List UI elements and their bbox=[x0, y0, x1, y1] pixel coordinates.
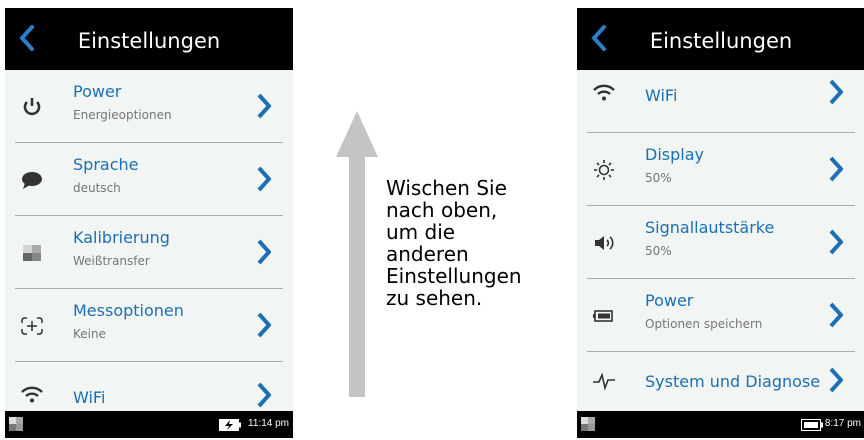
status-bar: 11:14 pm bbox=[5, 411, 293, 438]
status-bar: 8:17 pm bbox=[577, 411, 864, 438]
wifi-icon bbox=[591, 82, 617, 104]
settings-item-display[interactable]: Display 50% bbox=[577, 133, 864, 207]
chevron-right-icon[interactable] bbox=[257, 239, 272, 270]
settings-item-subtitle: 50% bbox=[645, 244, 672, 258]
device-screen-right: Einstellungen WiFi Display 50% Signallau… bbox=[577, 8, 864, 438]
settings-item-label: Power bbox=[73, 82, 122, 101]
settings-item-power[interactable]: Power Energieoptionen bbox=[5, 70, 293, 144]
swipe-up-arrow bbox=[336, 111, 378, 402]
settings-item-subtitle: Optionen speichern bbox=[645, 317, 763, 331]
settings-item-label: Kalibrierung bbox=[73, 228, 170, 247]
settings-item-messoptionen[interactable]: Messoptionen Keine bbox=[5, 289, 293, 363]
settings-item-wifi[interactable]: WiFi bbox=[577, 70, 864, 132]
settings-item-label: Power bbox=[645, 291, 694, 310]
clock-time: 8:17 pm bbox=[824, 418, 861, 429]
device-screen-left: Einstellungen Power Energieoptionen Spra… bbox=[5, 8, 293, 438]
settings-item-kalibrierung[interactable]: Kalibrierung Weißtransfer bbox=[5, 216, 293, 290]
app-grid-icon[interactable] bbox=[9, 417, 23, 436]
power-icon bbox=[19, 96, 45, 118]
chevron-right-icon[interactable] bbox=[257, 166, 272, 197]
chevron-right-icon[interactable] bbox=[829, 156, 844, 187]
chevron-right-icon[interactable] bbox=[829, 302, 844, 333]
settings-item-power[interactable]: Power Optionen speichern bbox=[577, 279, 864, 353]
swipe-instruction: Wischen Sie nach oben, um die anderen Ei… bbox=[386, 176, 522, 310]
clock-time: 11:14 pm bbox=[248, 418, 289, 429]
chevron-right-icon[interactable] bbox=[829, 229, 844, 260]
calibration-swatch-icon bbox=[19, 242, 45, 264]
settings-item-wifi[interactable]: WiFi bbox=[5, 362, 293, 411]
app-grid-icon[interactable] bbox=[581, 417, 595, 436]
settings-item-subtitle: 50% bbox=[645, 171, 672, 185]
settings-item-label: WiFi bbox=[73, 388, 106, 407]
pulse-icon bbox=[591, 370, 617, 392]
chevron-right-icon[interactable] bbox=[257, 312, 272, 343]
settings-list: WiFi Display 50% Signallautstärke 50% Po… bbox=[577, 70, 864, 411]
chevron-right-icon[interactable] bbox=[257, 382, 272, 411]
settings-item-system-und-diagnose[interactable]: System und Diagnose bbox=[577, 352, 864, 411]
scan-frame-icon bbox=[19, 315, 45, 337]
settings-item-subtitle: Energieoptionen bbox=[73, 108, 172, 122]
sun-icon bbox=[591, 159, 617, 181]
settings-item-label: Display bbox=[645, 145, 704, 164]
settings-item-subtitle: Keine bbox=[73, 327, 106, 341]
settings-list: Power Energieoptionen Sprache deutsch Ka… bbox=[5, 70, 293, 411]
speaker-icon bbox=[591, 232, 617, 254]
chevron-right-icon[interactable] bbox=[257, 93, 272, 124]
settings-item-signallautstaerke[interactable]: Signallautstärke 50% bbox=[577, 206, 864, 280]
speech-bubble-icon bbox=[19, 169, 45, 191]
chevron-right-icon[interactable] bbox=[829, 79, 844, 110]
header-bar: Einstellungen bbox=[577, 8, 864, 70]
settings-item-label: System und Diagnose bbox=[645, 372, 821, 391]
settings-item-subtitle: Weißtransfer bbox=[73, 254, 150, 268]
settings-item-label: Messoptionen bbox=[73, 301, 184, 320]
battery-icon bbox=[801, 418, 823, 436]
battery-icon bbox=[591, 305, 617, 327]
settings-item-subtitle: deutsch bbox=[73, 181, 121, 195]
header-bar: Einstellungen bbox=[5, 8, 293, 70]
settings-item-label: Signallautstärke bbox=[645, 218, 775, 237]
settings-item-label: Sprache bbox=[73, 155, 139, 174]
wifi-icon bbox=[19, 384, 45, 406]
page-title: Einstellungen bbox=[77, 29, 221, 53]
chevron-right-icon[interactable] bbox=[829, 367, 844, 398]
battery-charging-icon bbox=[219, 418, 241, 436]
page-title: Einstellungen bbox=[649, 29, 793, 53]
settings-item-label: WiFi bbox=[645, 86, 678, 105]
settings-item-sprache[interactable]: Sprache deutsch bbox=[5, 143, 293, 217]
